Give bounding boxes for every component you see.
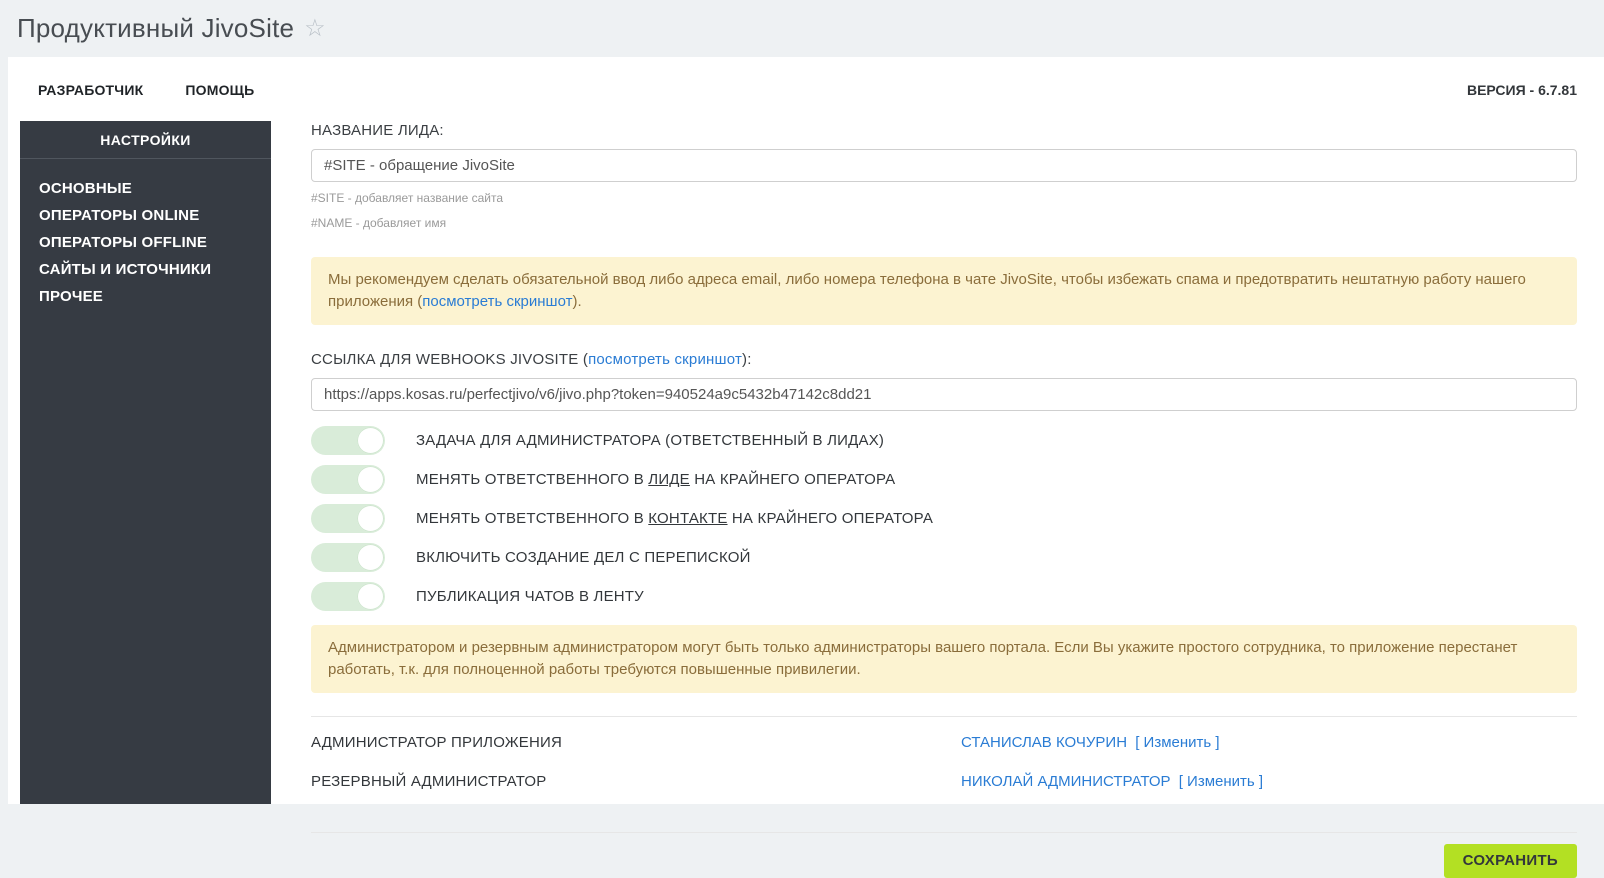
toggle-knob	[357, 427, 384, 454]
publish-chats-toggle[interactable]	[311, 582, 385, 611]
sidebar-item-sites-sources[interactable]: САЙТЫ И ИСТОЧНИКИ	[39, 256, 261, 283]
admin-rows: АДМИНИСТРАТОР ПРИЛОЖЕНИЯ СТАНИСЛАВ КОЧУР…	[311, 717, 1577, 809]
toggle-row-publish-chats: ПУБЛИКАЦИЯ ЧАТОВ В ЛЕНТУ	[311, 582, 1577, 611]
settings-content: НАЗВАНИЕ ЛИДА: #SITE - добавляет названи…	[271, 121, 1604, 878]
toggle-knob	[357, 466, 384, 493]
backup-admin-name-link[interactable]: НИКОЛАЙ АДМИНИСТРАТОР	[961, 773, 1171, 790]
backup-admin-row: РЕЗЕРВНЫЙ АДМИНИСТРАТОР НИКОЛАЙ АДМИНИСТ…	[311, 762, 1577, 801]
app-card: РАЗРАБОТЧИК ПОМОЩЬ ВЕРСИЯ - 6.7.81 НАСТР…	[8, 57, 1604, 878]
lead-name-hint-name: #NAME - добавляет имя	[311, 216, 447, 230]
lead-responsible-toggle-label: МЕНЯТЬ ОТВЕТСТВЕННОГО В ЛИДЕ НА КРАЙНЕГО…	[416, 471, 896, 488]
contact-responsible-toggle[interactable]	[311, 504, 385, 533]
sidebar-item-operators-offline[interactable]: ОПЕРАТОРЫ OFFLINE	[39, 229, 261, 256]
top-nav: РАЗРАБОТЧИК ПОМОЩЬ ВЕРСИЯ - 6.7.81	[8, 57, 1604, 98]
backup-admin-change-link[interactable]: [ Изменить ]	[1179, 773, 1263, 790]
admin-task-toggle[interactable]	[311, 426, 385, 455]
page-title: Продуктивный JivoSite	[17, 13, 295, 43]
lead-name-label: НАЗВАНИЕ ЛИДА:	[311, 122, 444, 139]
app-admin-row: АДМИНИСТРАТОР ПРИЛОЖЕНИЯ СТАНИСЛАВ КОЧУР…	[311, 723, 1577, 762]
create-activities-toggle-label: ВКЛЮЧИТЬ СОЗДАНИЕ ДЕЛ С ПЕРЕПИСКОЙ	[416, 549, 751, 566]
publish-chats-toggle-label: ПУБЛИКАЦИЯ ЧАТОВ В ЛЕНТУ	[416, 588, 644, 605]
toggle-row-admin-task: ЗАДАЧА ДЛЯ АДМИНИСТРАТОРА (ОТВЕТСТВЕННЫЙ…	[311, 426, 1577, 455]
app-admin-value: СТАНИСЛАВ КОЧУРИН [ Изменить ]	[961, 734, 1224, 751]
app-admin-change-link[interactable]: [ Изменить ]	[1135, 734, 1219, 751]
nav-item-developer[interactable]: РАЗРАБОТЧИК	[38, 82, 143, 98]
save-row: СОХРАНИТЬ	[311, 833, 1577, 878]
sidebar-item-main[interactable]: ОСНОВНЫЕ	[39, 175, 261, 202]
sidebar-item-operators-online[interactable]: ОПЕРАТОРЫ ONLINE	[39, 202, 261, 229]
webhook-label-text-after: ):	[742, 351, 752, 368]
email-warning-banner: Мы рекомендуем сделать обязательной ввод…	[311, 257, 1577, 325]
app-admin-name-link[interactable]: СТАНИСЛАВ КОЧУРИН	[961, 734, 1127, 751]
lead-name-hint-site: #SITE - добавляет название сайта	[311, 191, 503, 205]
sidebar-header: НАСТРОЙКИ	[20, 121, 271, 159]
contact-responsible-toggle-label: МЕНЯТЬ ОТВЕТСТВЕННОГО В КОНТАКТЕ НА КРАЙ…	[416, 510, 934, 527]
sidebar-item-other[interactable]: ПРОЧЕЕ	[39, 283, 261, 310]
window-title-bar: Продуктивный JivoSite ☆	[0, 0, 1604, 57]
save-button[interactable]: СОХРАНИТЬ	[1443, 844, 1577, 878]
toggle-knob	[357, 583, 384, 610]
app-admin-label: АДМИНИСТРАТОР ПРИЛОЖЕНИЯ	[311, 734, 563, 751]
webhook-label-text: ССЫЛКА ДЛЯ WEBHOOKS JIVOSITE (	[311, 351, 589, 368]
backup-admin-label: РЕЗЕРВНЫЙ АДМИНИСТРАТОР	[311, 773, 547, 790]
toggle-row-create-activities: ВКЛЮЧИТЬ СОЗДАНИЕ ДЕЛ С ПЕРЕПИСКОЙ	[311, 543, 1577, 572]
webhook-label: ССЫЛКА ДЛЯ WEBHOOKS JIVOSITE (посмотреть…	[311, 351, 1577, 368]
admin-warning-banner: Администратором и резервным администрато…	[311, 625, 1577, 693]
toggle-row-lead-responsible: МЕНЯТЬ ОТВЕТСТВЕННОГО В ЛИДЕ НА КРАЙНЕГО…	[311, 465, 1577, 494]
email-warning-text-after: ).	[572, 293, 582, 310]
lead-name-input[interactable]	[311, 149, 1577, 182]
email-warning-screenshot-link[interactable]: посмотреть скриншот	[422, 293, 572, 310]
nav-item-help[interactable]: ПОМОЩЬ	[185, 82, 254, 98]
toggle-row-contact-responsible: МЕНЯТЬ ОТВЕТСТВЕННОГО В КОНТАКТЕ НА КРАЙ…	[311, 504, 1577, 533]
toggle-list: ЗАДАЧА ДЛЯ АДМИНИСТРАТОРА (ОТВЕТСТВЕННЫЙ…	[311, 426, 1577, 611]
lead-responsible-toggle[interactable]	[311, 465, 385, 494]
webhook-url-input[interactable]	[311, 378, 1577, 411]
webhook-screenshot-link[interactable]: посмотреть скриншот	[588, 351, 742, 368]
settings-sidebar: НАСТРОЙКИ ОСНОВНЫЕ ОПЕРАТОРЫ ONLINE ОПЕР…	[20, 121, 271, 804]
admin-task-toggle-label: ЗАДАЧА ДЛЯ АДМИНИСТРАТОРА (ОТВЕТСТВЕННЫЙ…	[416, 432, 885, 449]
toggle-knob	[357, 544, 384, 571]
version-label: ВЕРСИЯ - 6.7.81	[1466, 81, 1577, 98]
create-activities-toggle[interactable]	[311, 543, 385, 572]
toggle-knob	[357, 505, 384, 532]
backup-admin-value: НИКОЛАЙ АДМИНИСТРАТОР [ Изменить ]	[961, 773, 1267, 790]
favorite-star-icon[interactable]: ☆	[304, 16, 326, 41]
